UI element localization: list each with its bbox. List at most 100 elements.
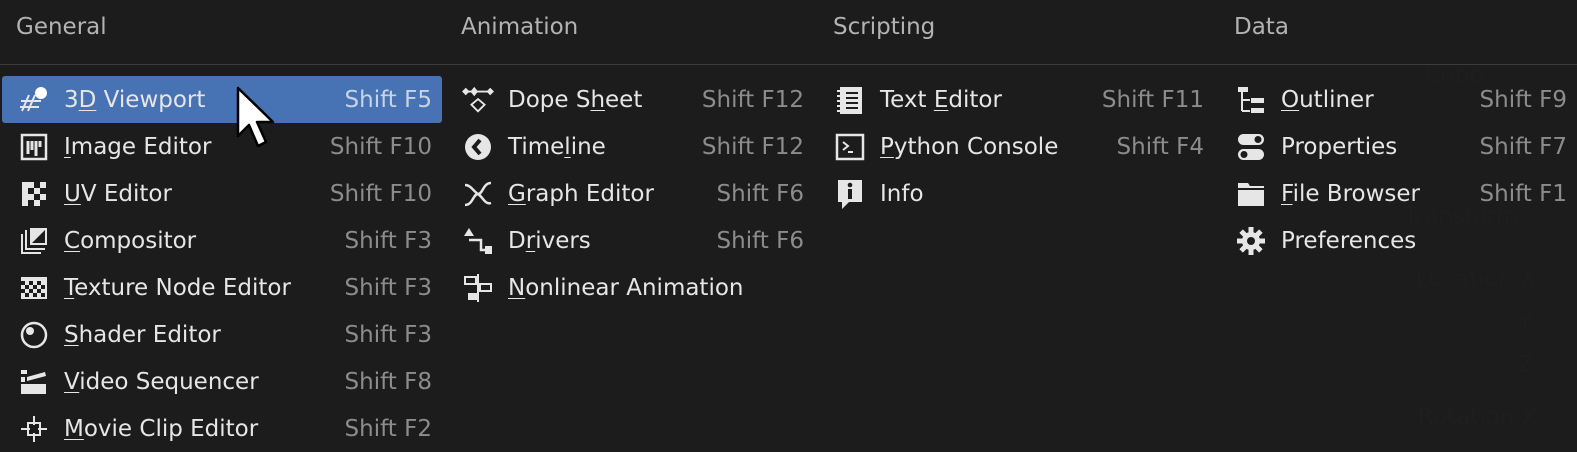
column-scripting: Text Editor Shift F11 Python Console Shift … [818, 76, 1214, 217]
shortcut-hint: Shift F2 [344, 415, 432, 442]
uv-editor-icon [18, 178, 50, 210]
mouse-cursor-icon [236, 86, 275, 148]
menu-item-graph-editor[interactable]: Graph Editor Shift F6 [446, 170, 814, 217]
timeline-icon [462, 131, 494, 163]
menu-item-shader-editor[interactable]: Shader Editor Shift F3 [2, 311, 442, 358]
shortcut-hint: Shift F3 [344, 227, 432, 254]
menu-item-outliner[interactable]: Outliner Shift F9 [1219, 76, 1577, 123]
image-editor-icon [18, 131, 50, 163]
menu-item-texture-node-editor[interactable]: Texture Node Editor Shift F3 [2, 264, 442, 311]
shortcut-hint: Shift F6 [716, 180, 804, 207]
menu-item-label: Texture Node Editor [64, 274, 291, 301]
menu-item-image-editor[interactable]: Image Editor Shift F10 [2, 123, 442, 170]
info-icon [834, 178, 866, 210]
mnemonic-letter: G [508, 180, 526, 207]
menu-item-compositor[interactable]: Compositor Shift F3 [2, 217, 442, 264]
mnemonic-letter: O [1281, 86, 1300, 113]
shortcut-hint: Shift F10 [329, 180, 432, 207]
outliner-icon [1235, 84, 1267, 116]
menu-item-video-sequencer[interactable]: Video Sequencer Shift F8 [2, 358, 442, 405]
mnemonic-letter: T [64, 274, 75, 301]
shortcut-hint: Shift F9 [1479, 86, 1567, 113]
shortcut-hint: Shift F7 [1479, 133, 1567, 160]
menu-item-label: Nonlinear Animation [508, 274, 744, 301]
menu-item-label: Image Editor [64, 133, 212, 160]
mnemonic-letter: E [933, 86, 949, 113]
menu-item-label: UV Editor [64, 180, 172, 207]
menu-item-label: Compositor [64, 227, 197, 254]
menu-item-uv-editor[interactable]: UV Editor Shift F10 [2, 170, 442, 217]
menu-item-label: Video Sequencer [64, 368, 259, 395]
mnemonic-letter: r [525, 227, 536, 254]
mnemonic-letter: V [64, 368, 80, 395]
shortcut-hint: Shift F5 [344, 86, 432, 113]
menu-item-label: 3D Viewport [64, 86, 206, 113]
movie-clip-icon [18, 413, 50, 445]
shortcut-hint: Shift F3 [344, 274, 432, 301]
menu-item-preferences[interactable]: Preferences [1219, 217, 1577, 264]
menu-item-drivers[interactable]: Drivers Shift F6 [446, 217, 814, 264]
menu-item-label: Movie Clip Editor [64, 415, 259, 442]
column-animation: Dope Sheet Shift F12 Timeline Shift F12 Grap… [446, 76, 814, 311]
properties-icon [1235, 131, 1267, 163]
shortcut-hint: Shift F4 [1116, 133, 1204, 160]
shortcut-hint: Shift F8 [344, 368, 432, 395]
column-general: 3D Viewport Shift F5 Image Editor Shift F10… [2, 76, 442, 452]
column-data: Outliner Shift F9 Properties Shift F7 File B… [1219, 76, 1577, 264]
compositor-icon [18, 225, 50, 257]
menu-item-label: Shader Editor [64, 321, 221, 348]
menu-item-file-browser[interactable]: File Browser Shift F1 [1219, 170, 1577, 217]
mnemonic-letter: F [1281, 180, 1293, 207]
graph-editor-icon [462, 178, 494, 210]
menu-item-label: Properties [1281, 133, 1398, 160]
mnemonic-letter: I [64, 133, 71, 160]
column-title-scripting: Scripting [833, 14, 936, 40]
menu-item-label: Outliner [1281, 86, 1374, 113]
menu-item-label: Drivers [508, 227, 591, 254]
python-console-icon [834, 131, 866, 163]
shortcut-hint: Shift F1 [1479, 180, 1567, 207]
mnemonic-letter: M [64, 415, 84, 442]
menu-item-label: Dope Sheet [508, 86, 643, 113]
editor-type-menu: General Animation Scripting Data 3D View… [0, 0, 1577, 450]
menu-item-python-console[interactable]: Python Console Shift F4 [818, 123, 1214, 170]
viewport-3d-icon [18, 84, 50, 116]
video-sequencer-icon [18, 366, 50, 398]
menu-item-label: File Browser [1281, 180, 1421, 207]
menu-item-movie-clip-editor[interactable]: Movie Clip Editor Shift F2 [2, 405, 442, 452]
nla-icon [462, 272, 494, 304]
shortcut-hint: Shift F12 [701, 133, 804, 160]
shortcut-hint: Shift F3 [344, 321, 432, 348]
menu-item-label: Graph Editor [508, 180, 654, 207]
column-title-data: Data [1234, 14, 1289, 40]
mnemonic-letter: C [64, 227, 81, 254]
menu-item-nonlinear-animation[interactable]: Nonlinear Animation [446, 264, 814, 311]
mnemonic-letter: h [590, 86, 606, 113]
texture-node-icon [18, 272, 50, 304]
menu-item-properties[interactable]: Properties Shift F7 [1219, 123, 1577, 170]
menu-item-info[interactable]: Info [818, 170, 1214, 217]
text-editor-icon [834, 84, 866, 116]
mnemonic-letter: P [880, 133, 894, 160]
menu-item-dope-sheet[interactable]: Dope Sheet Shift F12 [446, 76, 814, 123]
shader-editor-icon [18, 319, 50, 351]
dope-sheet-icon [462, 84, 494, 116]
menu-item-label: Text Editor [880, 86, 1002, 113]
mnemonic-letter: U [64, 180, 81, 207]
menu-item-label: Timeline [508, 133, 606, 160]
column-title-general: General [16, 14, 107, 40]
menu-header: General Animation Scripting Data [0, 0, 1577, 65]
shortcut-hint: Shift F10 [329, 133, 432, 160]
column-title-animation: Animation [461, 14, 579, 40]
file-browser-icon [1235, 178, 1267, 210]
menu-item-label: Info [880, 180, 924, 207]
shortcut-hint: Shift F6 [716, 227, 804, 254]
drivers-icon [462, 225, 494, 257]
menu-item-text-editor[interactable]: Text Editor Shift F11 [818, 76, 1214, 123]
menu-item-timeline[interactable]: Timeline Shift F12 [446, 123, 814, 170]
shortcut-hint: Shift F11 [1101, 86, 1204, 113]
shortcut-hint: Shift F12 [701, 86, 804, 113]
mnemonic-letter: N [508, 274, 526, 301]
menu-item-3d-viewport[interactable]: 3D Viewport Shift F5 [2, 76, 442, 123]
mnemonic-letter: D [78, 86, 97, 113]
